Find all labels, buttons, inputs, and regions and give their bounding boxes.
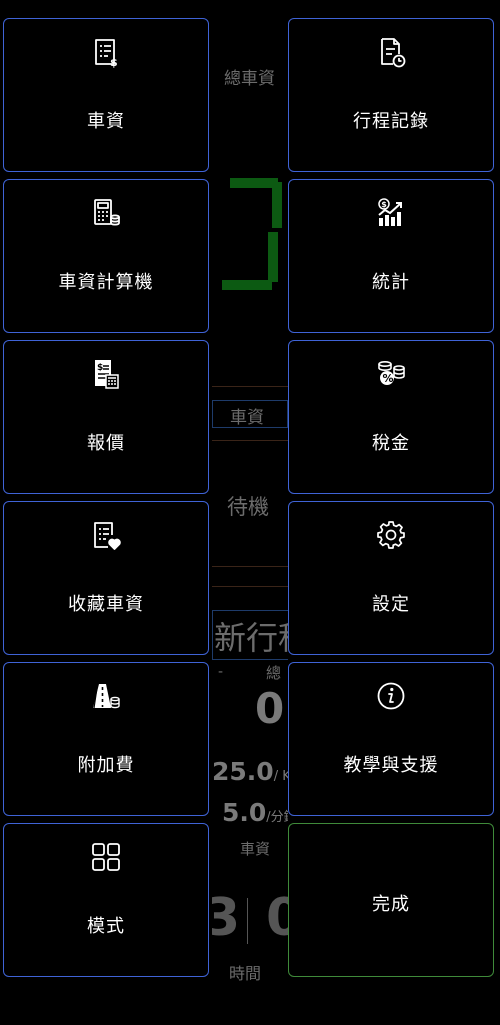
- favorite-fares-button[interactable]: 收藏車資: [3, 501, 209, 655]
- fare-calculator-button[interactable]: 車資計算機: [3, 179, 209, 333]
- total-fare-label: 總車資: [224, 69, 275, 89]
- digit-divider: [247, 898, 248, 944]
- tutorial-support-button-label: 教學與支援: [343, 755, 439, 776]
- rate-per-minute: 5.0/分鐘: [222, 798, 288, 827]
- svg-text:$: $: [110, 56, 118, 68]
- receipt-dollar-icon: $: [4, 35, 208, 69]
- screen: 總車資 車資 待機 新行程 - 總 0 25.0/ Km 5.0/分鐘 車資 3…: [0, 0, 500, 1025]
- meter-digit-segment: [230, 178, 278, 188]
- divider: [212, 386, 288, 387]
- fare-label-lower: 車資: [240, 840, 271, 858]
- meter-digit-segment: [222, 280, 272, 290]
- status-text: 待機: [227, 495, 269, 519]
- chart-growth-icon: $: [289, 196, 493, 230]
- settings-button-label: 設定: [372, 594, 410, 615]
- quote-button-label: 報價: [87, 433, 125, 454]
- mode-button-label: 模式: [87, 916, 125, 937]
- surcharge-button-label: 附加費: [77, 755, 135, 776]
- background-meter: 總車資 車資 待機 新行程 - 總 0 25.0/ Km 5.0/分鐘 車資 3…: [212, 0, 288, 1025]
- fare-calculator-button-label: 車資計算機: [58, 272, 154, 293]
- svg-text:$: $: [381, 200, 387, 209]
- dash-text: -: [218, 664, 224, 680]
- total-value: 0: [255, 684, 285, 733]
- done-button[interactable]: 完成: [288, 823, 494, 977]
- time-digit-right: 0: [266, 888, 288, 948]
- favorite-fares-button-label: 收藏車資: [68, 594, 144, 615]
- fare-tab-label: 車資: [230, 408, 264, 428]
- tutorial-support-button[interactable]: 教學與支援: [288, 662, 494, 816]
- time-digit-left: 3: [212, 888, 241, 948]
- divider: [212, 440, 288, 441]
- tax-button-label: 稅金: [372, 433, 410, 454]
- rate-per-km: 25.0/ Km: [212, 757, 288, 786]
- quote-button[interactable]: $ 報價: [3, 340, 209, 494]
- statistics-button-label: 統計: [372, 272, 410, 293]
- total-short-label: 總: [266, 664, 282, 682]
- settings-button[interactable]: 設定: [288, 501, 494, 655]
- road-coins-icon: [4, 679, 208, 713]
- info-icon: [289, 679, 493, 713]
- done-button-label: 完成: [372, 894, 410, 915]
- divider: [212, 586, 288, 587]
- svg-text:%: %: [383, 372, 394, 385]
- invoice-calculator-icon: $: [4, 357, 208, 391]
- grid-icon: [4, 840, 208, 874]
- meter-digit-segment: [268, 232, 278, 282]
- fare-button[interactable]: $ 車資: [3, 18, 209, 172]
- fare-button-label: 車資: [87, 111, 125, 132]
- surcharge-button[interactable]: 附加費: [3, 662, 209, 816]
- gear-icon: [289, 518, 493, 552]
- meter-digit-segment: [272, 182, 282, 228]
- new-trip-label: 新行程: [214, 619, 288, 657]
- list-heart-icon: [4, 518, 208, 552]
- svg-text:$: $: [97, 363, 103, 373]
- tax-button[interactable]: % 稅金: [288, 340, 494, 494]
- time-label: 時間: [229, 964, 262, 983]
- calculator-coins-icon: [4, 196, 208, 230]
- document-clock-icon: [289, 35, 493, 69]
- divider: [212, 566, 288, 567]
- statistics-button[interactable]: $ 統計: [288, 179, 494, 333]
- trip-records-button-label: 行程記錄: [353, 111, 429, 132]
- trip-records-button[interactable]: 行程記錄: [288, 18, 494, 172]
- coins-percent-icon: %: [289, 357, 493, 391]
- mode-button[interactable]: 模式: [3, 823, 209, 977]
